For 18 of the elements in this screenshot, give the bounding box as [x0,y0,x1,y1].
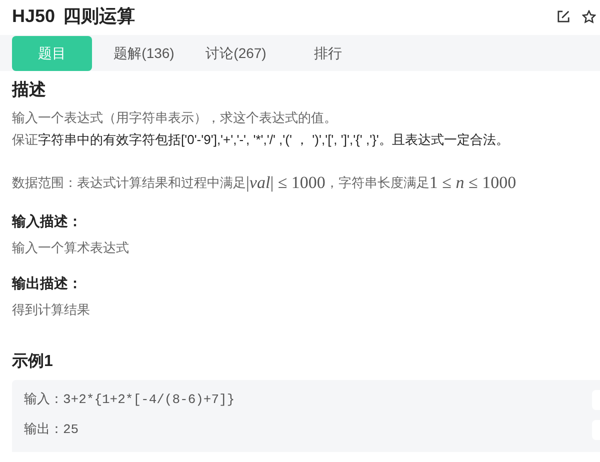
description-text: 输入一个表达式（用字符串表示），求这个表达式的值。 [12,108,338,126]
problem-code: HJ50 [12,5,56,28]
section-heading: 输入描述： [12,212,83,230]
section-text: 得到计算结果 [12,301,91,319]
tab[interactable]: 题解(136) [104,36,184,70]
section-heading: 示例1 [12,352,54,372]
example-line: 输出：25 [24,420,79,440]
edit-icon[interactable] [557,10,570,23]
example-line: 输入：3+2*{1+2*[-4/(8-6)+7]} [24,390,235,410]
tab[interactable]: 排行 [288,36,368,70]
star-icon[interactable] [582,10,596,24]
section-heading: 输出描述： [12,274,83,293]
section-heading: 描述 [12,79,47,101]
description-text: 保证字符串中的有效字符包括['0'-'9'],'+','-', '*','/' ,'(' ， ')','[', ']','{' ,'}'。且表达式一定合法。 [12,130,510,149]
problem-title: 四则运算 [63,5,136,28]
section-text: 输入一个算术表达式 [12,238,130,256]
tab[interactable]: 讨论(267) [196,36,276,70]
description-text: 数据范围：表达式计算结果和过程中满足|val| ≤ 1000，字符串长度满足1 ≤ n ≤ 1000 [12,172,518,194]
